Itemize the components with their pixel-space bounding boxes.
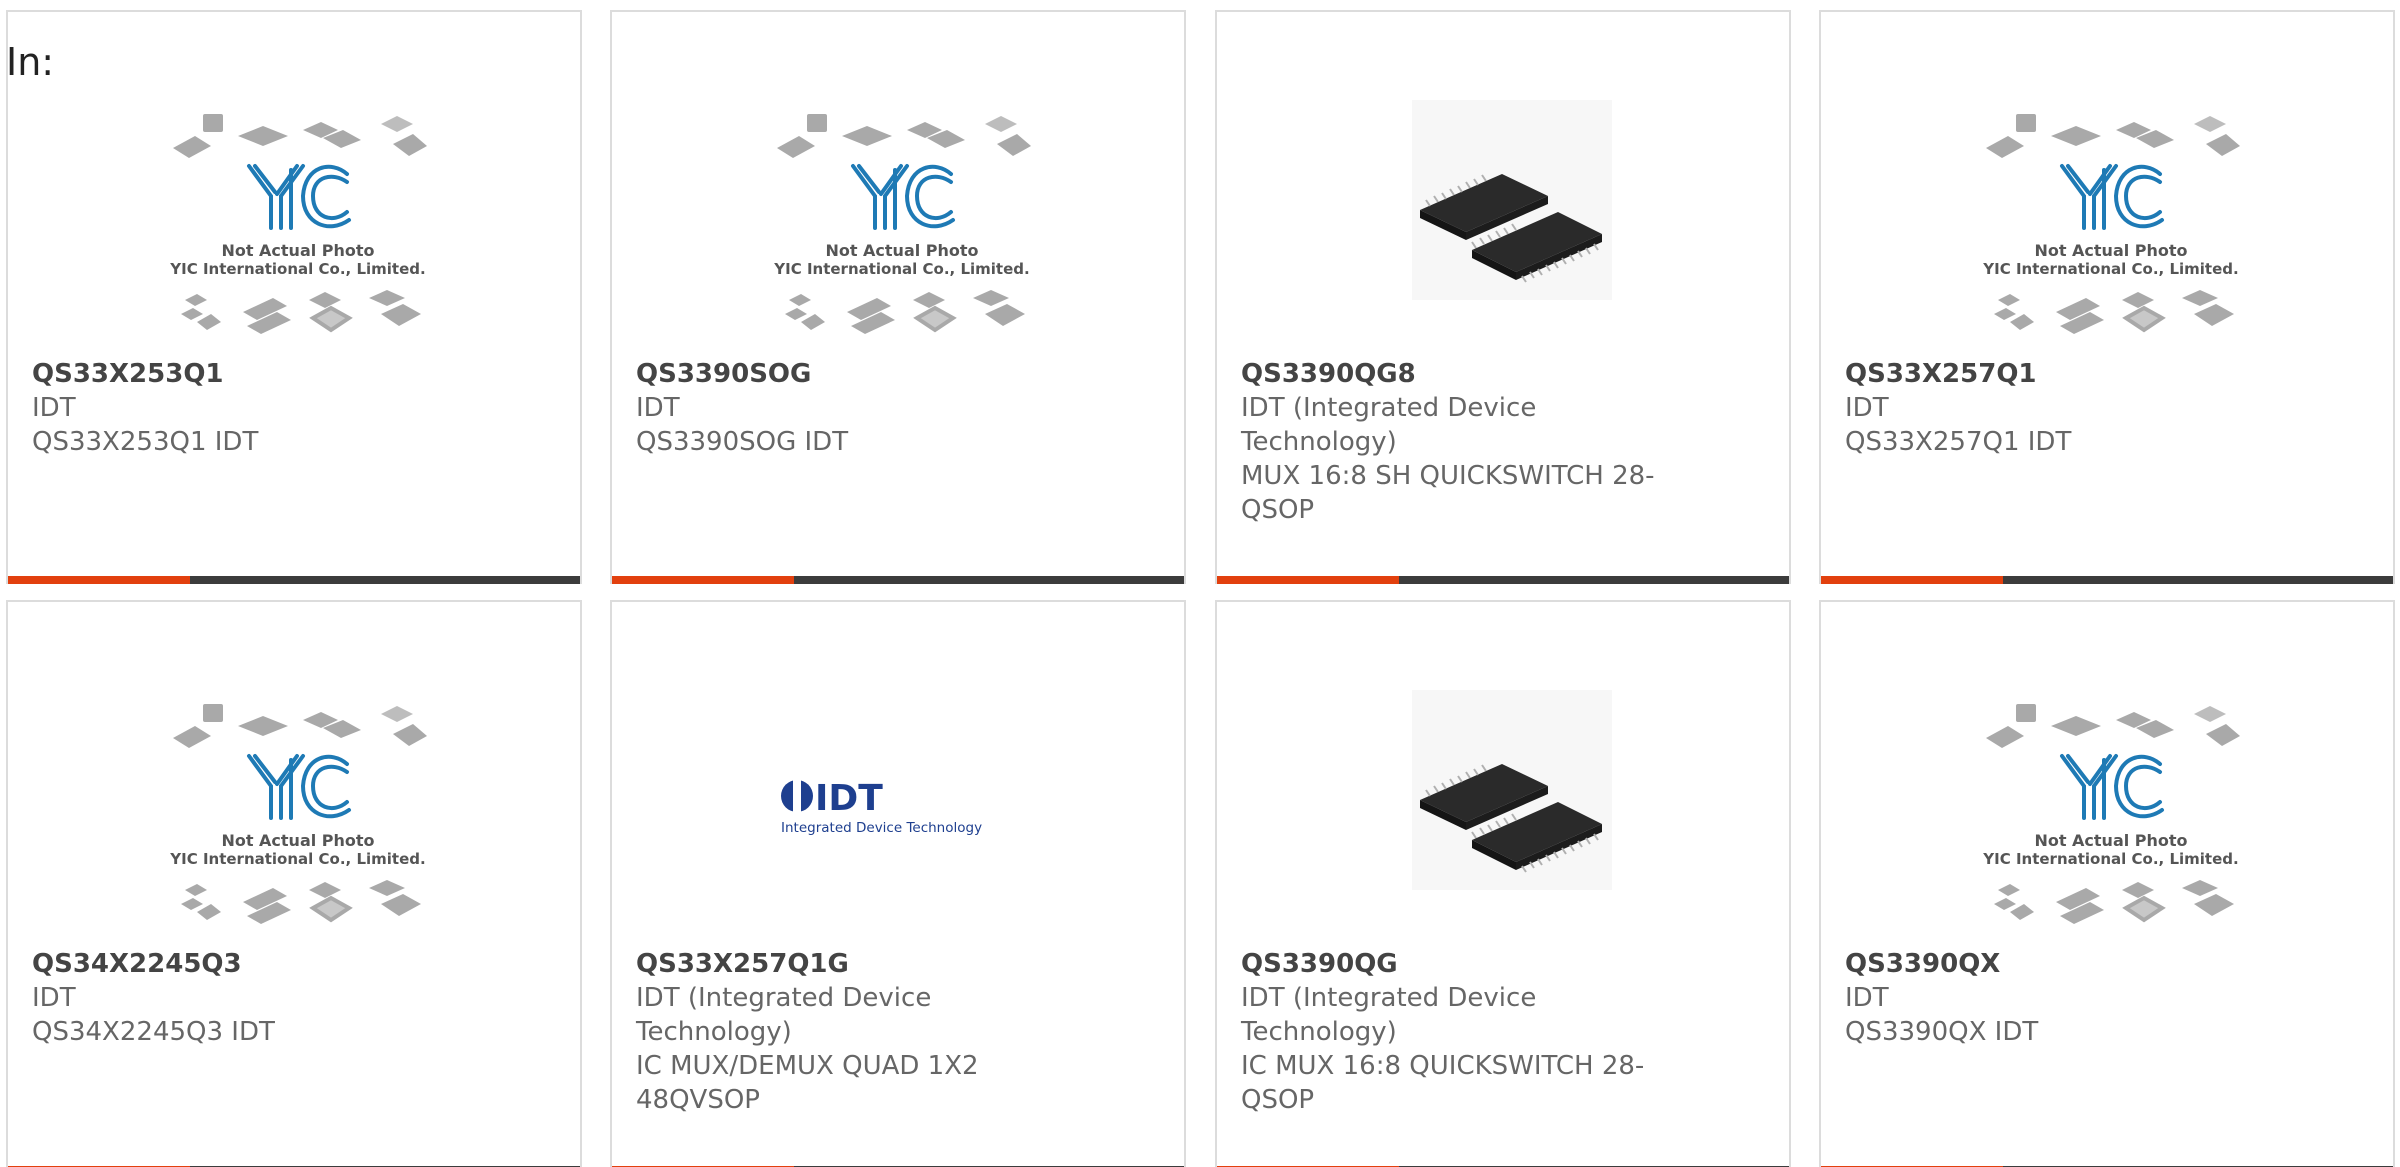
product-description: IC MUX/DEMUX QUAD 1X2 48QVSOP <box>636 1051 979 1115</box>
product-info: QS33X253Q1 IDT QS33X253Q1 IDT <box>32 357 452 459</box>
product-photo[interactable] <box>1372 100 1642 350</box>
placeholder-photo[interactable]: Not Actual Photo YIC International Co., … <box>767 100 1037 350</box>
part-number-link[interactable]: QS33X257Q1 <box>1845 357 2265 391</box>
product-card[interactable]: IDT Integrated Device Technology QS33X25… <box>610 600 1186 1167</box>
manufacturer: IDT <box>1845 983 1889 1013</box>
product-grid-page: In: Not Actual Photo YIC International C… <box>0 0 2400 1167</box>
placeholder-photo[interactable]: Not Actual Photo YIC International Co., … <box>163 690 433 940</box>
product-card[interactable]: Not Actual Photo YIC International Co., … <box>1819 600 2395 1167</box>
part-number-link[interactable]: QS3390QG <box>1241 947 1661 981</box>
product-card[interactable]: Not Actual Photo YIC International Co., … <box>6 10 582 584</box>
part-number-link[interactable]: QS33X253Q1 <box>32 357 452 391</box>
product-description: MUX 16:8 SH QUICKSWITCH 28-QSOP <box>1241 461 1655 525</box>
placeholder-caption: YIC International Co., Limited. <box>169 260 425 278</box>
placeholder-photo[interactable]: Not Actual Photo YIC International Co., … <box>163 100 433 350</box>
manufacturer: IDT (Integrated Device Technology) <box>1241 983 1537 1047</box>
product-photo[interactable] <box>1372 690 1642 940</box>
product-info: QS3390SOG IDT QS3390SOG IDT <box>636 357 1056 459</box>
part-number-link[interactable]: QS3390SOG <box>636 357 1056 391</box>
card-bottom-bar <box>8 576 580 584</box>
manufacturer: IDT <box>1845 393 1889 423</box>
product-info: QS33X257Q1G IDT (Integrated Device Techno… <box>636 947 1056 1117</box>
part-number-link[interactable]: QS3390QG8 <box>1241 357 1661 391</box>
card-accent-bar <box>612 576 794 584</box>
manufacturer: IDT <box>32 983 76 1013</box>
idt-logo-text: Integrated Device Technology <box>781 820 982 836</box>
card-bottom-bar <box>1821 576 2393 584</box>
part-number-link[interactable]: QS34X2245Q3 <box>32 947 452 981</box>
placeholder-caption: YIC International Co., Limited. <box>1982 260 2238 278</box>
product-info: QS3390QG IDT (Integrated Device Technolog… <box>1241 947 1661 1117</box>
product-description: IC MUX 16:8 QUICKSWITCH 28-QSOP <box>1241 1051 1645 1115</box>
card-accent-bar <box>1821 576 2003 584</box>
placeholder-caption: Not Actual Photo <box>2034 831 2187 850</box>
product-card[interactable]: Not Actual Photo YIC International Co., … <box>1819 10 2395 584</box>
idt-logo-text: IDT <box>815 778 883 819</box>
product-description: QS34X2245Q3 IDT <box>32 1017 275 1047</box>
placeholder-caption: YIC International Co., Limited. <box>1982 850 2238 868</box>
card-bottom-bar <box>1217 576 1789 584</box>
card-bottom-bar <box>612 576 1184 584</box>
manufacturer: IDT (Integrated Device Technology) <box>636 983 932 1047</box>
part-number-link[interactable]: QS3390QX <box>1845 947 2265 981</box>
product-description: QS3390SOG IDT <box>636 427 849 457</box>
placeholder-photo[interactable]: Not Actual Photo YIC International Co., … <box>1976 100 2246 350</box>
product-card[interactable]: QS3390QG IDT (Integrated Device Technolog… <box>1215 600 1791 1167</box>
product-card[interactable]: Not Actual Photo YIC International Co., … <box>610 10 1186 584</box>
card-accent-bar <box>1217 576 1399 584</box>
placeholder-caption: YIC International Co., Limited. <box>169 850 425 868</box>
in-label: In: <box>6 40 55 84</box>
product-card[interactable]: Not Actual Photo YIC International Co., … <box>6 600 582 1167</box>
idt-logo-image[interactable]: IDT Integrated Device Technology <box>767 690 1037 940</box>
product-description: QS3390QX IDT <box>1845 1017 2039 1047</box>
placeholder-caption: Not Actual Photo <box>825 241 978 260</box>
product-info: QS33X257Q1 IDT QS33X257Q1 IDT <box>1845 357 2265 459</box>
product-card[interactable]: QS3390QG8 IDT (Integrated Device Technolo… <box>1215 10 1791 584</box>
manufacturer: IDT (Integrated Device Technology) <box>1241 393 1537 457</box>
manufacturer: IDT <box>32 393 76 423</box>
product-description: QS33X257Q1 IDT <box>1845 427 2072 457</box>
card-accent-bar <box>8 576 190 584</box>
product-info: QS3390QX IDT QS3390QX IDT <box>1845 947 2265 1049</box>
placeholder-caption: Not Actual Photo <box>221 831 374 850</box>
product-description: QS33X253Q1 IDT <box>32 427 259 457</box>
product-info: QS34X2245Q3 IDT QS34X2245Q3 IDT <box>32 947 452 1049</box>
product-info: QS3390QG8 IDT (Integrated Device Technolo… <box>1241 357 1661 527</box>
placeholder-caption: Not Actual Photo <box>221 241 374 260</box>
placeholder-caption: Not Actual Photo <box>2034 241 2187 260</box>
placeholder-photo[interactable]: Not Actual Photo YIC International Co., … <box>1976 690 2246 940</box>
placeholder-caption: YIC International Co., Limited. <box>773 260 1029 278</box>
manufacturer: IDT <box>636 393 680 423</box>
part-number-link[interactable]: QS33X257Q1G <box>636 947 1056 981</box>
